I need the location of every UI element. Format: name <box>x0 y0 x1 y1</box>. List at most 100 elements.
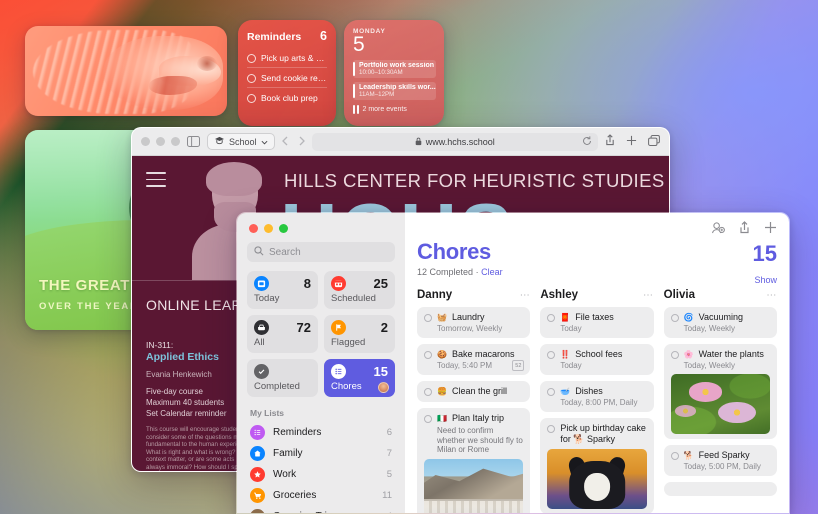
chevron-right-icon[interactable] <box>299 133 305 151</box>
smart-list-chores[interactable]: 15 Chores <box>324 359 395 397</box>
reminders-window[interactable]: Search 8 Today 25 Scheduled 72 All 2 Fla… <box>236 212 790 514</box>
share-people-icon[interactable] <box>711 221 725 239</box>
task-row[interactable]: 🧺 Laundry Tomorrow, Weekly <box>417 307 531 338</box>
smart-list-today[interactable]: 8 Today <box>247 271 318 309</box>
plus-icon[interactable] <box>764 221 777 239</box>
checkbox-circle-icon[interactable] <box>424 415 432 423</box>
task-image-italy[interactable] <box>424 458 524 513</box>
photo-tile-dog[interactable] <box>25 26 227 116</box>
task-row[interactable]: 🐕 Feed Sparky Today, 5:00 PM, Daily <box>663 445 777 476</box>
checkbox-circle-icon[interactable] <box>670 314 679 322</box>
calendar-event[interactable]: Leadership skills wor... 11AM–12PM <box>353 82 436 100</box>
list-label: Family <box>273 448 303 459</box>
task-row[interactable]: 🌀 Vacuuming Today, Weekly <box>663 307 777 338</box>
list-item-family[interactable]: Family 7 <box>247 443 395 464</box>
reload-icon[interactable] <box>582 133 592 151</box>
calendar-event[interactable]: Portfolio work session 10:00–10:30AM <box>353 60 436 78</box>
plus-icon[interactable] <box>626 133 637 151</box>
ellipsis-icon[interactable]: ⋯ <box>766 290 777 301</box>
list-item-work[interactable]: Work 5 <box>247 464 395 485</box>
list-item-reminders[interactable]: Reminders 6 <box>247 422 395 443</box>
widget-reminder-item[interactable]: Send cookie reci... <box>247 68 327 88</box>
list-count: 6 <box>386 427 392 438</box>
task-image-flower[interactable] <box>670 374 770 434</box>
search-input[interactable]: Search <box>247 242 395 262</box>
tab-overview-icon[interactable] <box>648 133 660 151</box>
safari-toolbar-right <box>605 133 660 151</box>
checkbox-circle-icon[interactable] <box>424 351 432 359</box>
task-row[interactable]: 🍔 Clean the grill <box>417 381 531 402</box>
ellipsis-icon[interactable]: ⋯ <box>643 290 654 301</box>
smart-list-scheduled[interactable]: 25 Scheduled <box>324 271 395 309</box>
scheduled-icon <box>331 276 346 291</box>
hamburger-menu-icon[interactable] <box>146 172 166 192</box>
widget-reminder-item[interactable]: Book club prep <box>247 88 327 107</box>
window-traffic-lights[interactable] <box>141 137 180 146</box>
event-color-bar <box>353 62 355 76</box>
task-emoji: 🥣 <box>560 386 571 396</box>
task-attachment-badge[interactable]: 52 <box>512 360 525 371</box>
column-title: Olivia <box>663 289 695 301</box>
share-icon[interactable] <box>605 133 615 151</box>
task-row[interactable] <box>663 482 777 496</box>
tent-icon <box>250 509 265 513</box>
task-row[interactable]: 🍪 Bake macarons Today, 5:40 PM 52 <box>417 344 531 375</box>
reminders-sidebar: Search 8 Today 25 Scheduled 72 All 2 Fla… <box>237 213 405 513</box>
sidebar-icon[interactable] <box>187 136 200 147</box>
safari-navigation <box>281 133 305 151</box>
task-emoji: 🇮🇹 <box>437 413 447 423</box>
calendar-more-events[interactable]: 2 more events <box>353 105 436 114</box>
checkbox-circle-icon[interactable] <box>247 73 256 83</box>
share-icon[interactable] <box>739 221 750 239</box>
separator: · <box>475 267 479 277</box>
task-row[interactable]: 🧧 File taxes Today <box>540 307 654 338</box>
task-title: Vacuuming <box>698 312 743 322</box>
tab-group-label: School <box>229 136 257 147</box>
checkbox-circle-icon[interactable] <box>424 314 432 322</box>
checkbox-circle-icon[interactable] <box>247 93 256 103</box>
checkbox-circle-icon[interactable] <box>547 314 556 322</box>
smart-list-all[interactable]: 72 All <box>247 315 318 353</box>
checkbox-circle-icon[interactable] <box>670 452 679 460</box>
column-header: Danny ⋯ <box>417 289 530 301</box>
checkbox-circle-icon[interactable] <box>547 351 556 359</box>
smart-list-flagged[interactable]: 2 Flagged <box>324 315 395 353</box>
chevron-left-icon[interactable] <box>281 133 288 151</box>
ellipsis-icon[interactable]: ⋯ <box>520 290 531 301</box>
checkbox-circle-icon[interactable] <box>547 388 556 396</box>
event-name: Leadership skills wor... <box>359 84 436 91</box>
task-image-dog[interactable] <box>547 449 647 509</box>
smart-list-completed[interactable]: Completed <box>247 359 318 397</box>
list-count: 7 <box>386 448 392 459</box>
tab-group-button[interactable]: School <box>207 133 275 150</box>
task-subtitle: Tomorrow, Weekly <box>437 324 503 333</box>
checkbox-circle-icon[interactable] <box>247 53 256 63</box>
widget-reminders-title: Reminders <box>247 31 302 43</box>
checkbox-circle-icon[interactable] <box>670 351 679 359</box>
task-subtitle: Today <box>560 361 582 370</box>
widget-reminder-text: Book club prep <box>261 93 318 103</box>
list-count: 11 <box>382 490 392 501</box>
task-subtitle: Today <box>560 324 582 333</box>
address-bar[interactable]: www.hchs.school <box>311 132 598 151</box>
task-title: School fees <box>575 349 623 359</box>
task-row[interactable]: ‼️ School fees Today <box>540 344 654 375</box>
desktop-stage: THE GREAT OUTDOORS OVER THE YEARS Remind… <box>0 0 818 514</box>
task-row[interactable]: Pick up birthday cake for 🐕 Sparky <box>540 418 654 513</box>
list-item-camping-trip[interactable]: Camping Trip 4 <box>247 506 395 513</box>
window-traffic-lights[interactable] <box>249 224 395 233</box>
checkbox-circle-icon[interactable] <box>547 425 556 433</box>
list-total-count: 15 <box>752 241 777 266</box>
clear-button[interactable]: Clear <box>481 267 503 277</box>
widget-reminder-item[interactable]: Pick up arts & cr... <box>247 48 327 68</box>
more-events-label: 2 more events <box>362 106 407 113</box>
column-olivia: Olivia ⋯ 🌀 Vacuuming Today, Weekly 🌸 Wat… <box>663 289 777 513</box>
list-item-groceries[interactable]: Groceries 11 <box>247 485 395 506</box>
task-row[interactable]: 🌸 Water the plants Today, Weekly <box>663 344 777 439</box>
task-row[interactable]: 🥣 Dishes Today, 8:00 PM, Daily <box>540 381 654 412</box>
widget-reminders[interactable]: Reminders 6 Pick up arts & cr... Send co… <box>238 20 336 126</box>
checkbox-circle-icon[interactable] <box>424 388 432 396</box>
task-row[interactable]: 🇮🇹 Plan Italy trip Need to confirm wheth… <box>417 408 531 513</box>
widget-calendar[interactable]: MONDAY 5 Portfolio work session 10:00–10… <box>344 20 444 126</box>
show-completed-button[interactable]: Show <box>754 275 777 285</box>
